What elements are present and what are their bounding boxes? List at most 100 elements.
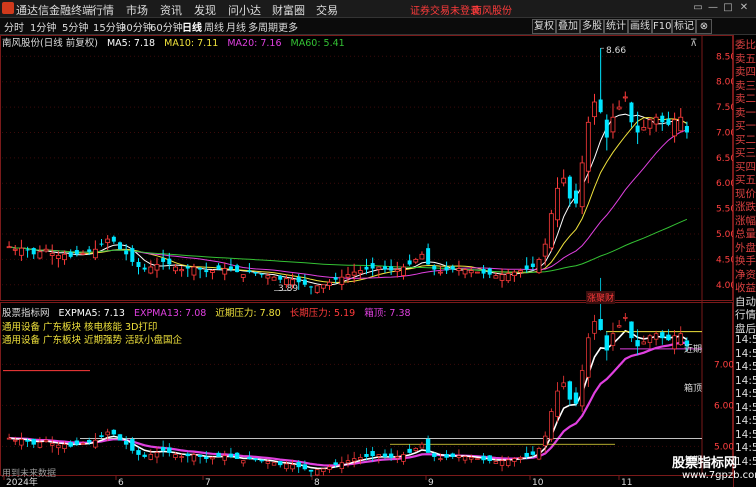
chart-title: 南风股份(日线 前复权) [2, 38, 98, 49]
indicator-candle-body [555, 390, 560, 417]
indicator-line1: 通用设备 广东板块 核电核能 3D打印 [2, 322, 158, 333]
price-tick-label: 7.00 [716, 128, 733, 138]
candle-body [653, 116, 659, 125]
candle-body [253, 272, 258, 274]
candle-body [136, 261, 141, 267]
candle-body [585, 121, 591, 172]
side-panel-item: 买一 [735, 120, 756, 131]
date-tick-label: 7 [205, 478, 211, 487]
indicator-candle-body [74, 440, 80, 445]
candle-body [401, 266, 406, 276]
indicator-candle-body [542, 435, 548, 447]
candle-body [567, 176, 572, 199]
side-panel-item: 委比 [735, 39, 756, 50]
candle-body [235, 265, 240, 273]
date-tick-label: 10 [532, 478, 544, 487]
candle-body [438, 271, 443, 274]
ma60-label: MA60: 5.41 [290, 38, 345, 49]
candle-body [240, 274, 246, 278]
ma20-label: MA20: 7.16 [227, 38, 282, 49]
indicator-candle-body [487, 455, 492, 462]
indicator-name[interactable]: 股票指标网 [2, 308, 50, 319]
candle-body [518, 270, 523, 273]
candle-body [573, 190, 579, 204]
indicator-candle-body [284, 463, 289, 470]
side-panel-item: 涨跌 [735, 201, 756, 212]
side-panel-item[interactable]: 自动 [735, 294, 756, 307]
candle-body [173, 266, 178, 272]
candle-body [43, 248, 49, 252]
candle-body [74, 250, 79, 255]
candle-body [55, 254, 61, 259]
side-panel-item: 买四 [735, 160, 756, 172]
candle-body [530, 263, 535, 267]
candle-body [364, 266, 369, 270]
price-tick-label: 6.50 [716, 154, 733, 164]
candle-body [222, 268, 228, 275]
ma5-label: MA5: 7.18 [106, 38, 156, 49]
candle-body [37, 251, 43, 259]
indicator-candle-body [419, 443, 425, 449]
candle-body [31, 248, 36, 255]
indicator-candle-body [382, 453, 388, 457]
indicator-candle-body [105, 431, 110, 436]
candle-body [678, 116, 684, 132]
indicator-candle-body [210, 457, 215, 460]
box-level-label: 箱顶 [684, 384, 703, 394]
candle-body [265, 275, 271, 279]
candle-body [130, 248, 135, 262]
candle-body [536, 258, 542, 274]
candle-body [296, 276, 301, 283]
candle-body [309, 286, 314, 288]
indicator-candle-body [573, 392, 579, 404]
candle-body [456, 268, 462, 272]
side-panel-item: 总量 [735, 228, 756, 239]
ma10-line [8, 116, 688, 284]
candle-body [302, 279, 307, 285]
candle-body [117, 242, 123, 250]
indicator-candle-body [438, 458, 443, 460]
side-panel-item[interactable]: 行情 [735, 307, 756, 320]
indicator-candle-body [376, 454, 382, 457]
candle-body [450, 266, 455, 270]
quote-side-panel: 委比 卖五 卖四 卖三 卖二 卖一 买一 买二 买三 买四 买五 现价 涨跌 涨幅 总量 外盘 换手 净资 收益 自动… [733, 35, 756, 487]
indicator-candle-body [222, 455, 227, 461]
expma13-line [9, 341, 687, 467]
candle-body [142, 267, 147, 270]
candle-body [389, 266, 394, 271]
indicator-candle-body [635, 340, 640, 347]
candle-body [413, 258, 419, 263]
candle-body [376, 266, 382, 270]
indicator-candle-body [234, 452, 240, 459]
candle-body [154, 264, 160, 271]
indicator-candle-body [302, 464, 308, 470]
side-panel-item: 外盘 [735, 241, 756, 253]
price-ticks: 8.50 8.00 7.50 7.00 6.50 6.00 5.50 5.00 4.50 4.00… [714, 52, 733, 452]
side-panel-item[interactable]: 盘后 [735, 321, 756, 334]
indicator-candle-body [358, 457, 363, 460]
indicator-candle-body [271, 462, 277, 466]
kline-chart[interactable]: 8.50 8.00 7.50 7.00 6.50 6.00 5.50 5.00 4.50 4.00… [0, 0, 733, 487]
indicator-candle-body [265, 461, 271, 464]
candle-body [333, 277, 338, 280]
indicator-candle-body [610, 333, 616, 346]
indicator-candle-body [308, 469, 314, 472]
candle-body [444, 266, 449, 271]
candle-body [394, 269, 400, 272]
side-panel-item: 14:50 [735, 442, 756, 454]
candle-body [271, 276, 277, 281]
candle-body [487, 268, 492, 275]
candle-body [80, 252, 86, 255]
indicator-candle-body [407, 448, 412, 453]
indicator-lines [3, 329, 702, 470]
date-axis: 2024年 6 7 8 9 10 11 [3, 476, 632, 487]
indicator-candle-body [333, 462, 338, 466]
side-panel-item: 净资 [735, 268, 756, 280]
indicator-candle-body [641, 341, 646, 345]
indicator-candle-body [672, 335, 677, 350]
chart-collapse-icon[interactable]: ⊼ [690, 38, 697, 49]
badge-label[interactable]: 涨聚财 [586, 291, 616, 304]
long-pressure-label: 长期压力: 5.19 [289, 308, 356, 319]
close-icon[interactable]: ✕ [738, 2, 750, 14]
ma10-label: MA10: 7.11 [164, 38, 219, 49]
